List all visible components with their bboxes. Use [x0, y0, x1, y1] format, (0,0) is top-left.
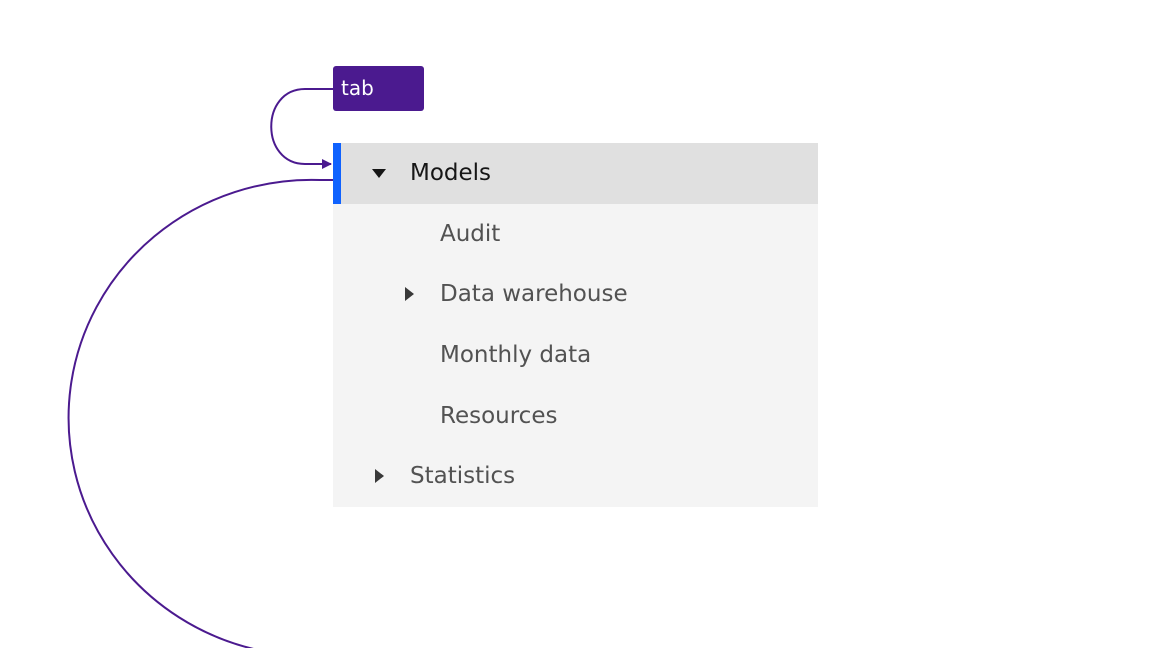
tree-node-monthly-data[interactable]: Monthly data	[333, 325, 818, 386]
tree-node-label: Audit	[440, 220, 501, 247]
caret-right-icon[interactable]	[405, 287, 414, 302]
tree-node-label: Data warehouse	[440, 281, 628, 308]
caret-down-icon[interactable]	[372, 168, 386, 178]
tree-node-audit[interactable]: Audit	[333, 204, 818, 265]
tree-node-label: Statistics	[410, 463, 516, 490]
tab-key-label: tab	[341, 76, 374, 100]
tree-node-label: Monthly data	[440, 342, 592, 369]
tree-node-resources[interactable]: Resources	[333, 385, 818, 446]
tab-key-badge: tab	[333, 66, 424, 111]
caret-right-icon[interactable]	[375, 469, 384, 484]
tree-node-models[interactable]: Models	[333, 143, 818, 204]
tree-node-label: Models	[410, 160, 492, 187]
tree-node-statistics[interactable]: Statistics	[333, 446, 818, 507]
tab-exit-arc	[67, 178, 333, 648]
tree-node-label: Resources	[440, 402, 558, 429]
tab-entry-arrow	[270, 88, 333, 169]
tree-view: Models Audit Data warehouse Monthly data…	[333, 143, 818, 507]
tree-node-data-warehouse[interactable]: Data warehouse	[333, 264, 818, 325]
